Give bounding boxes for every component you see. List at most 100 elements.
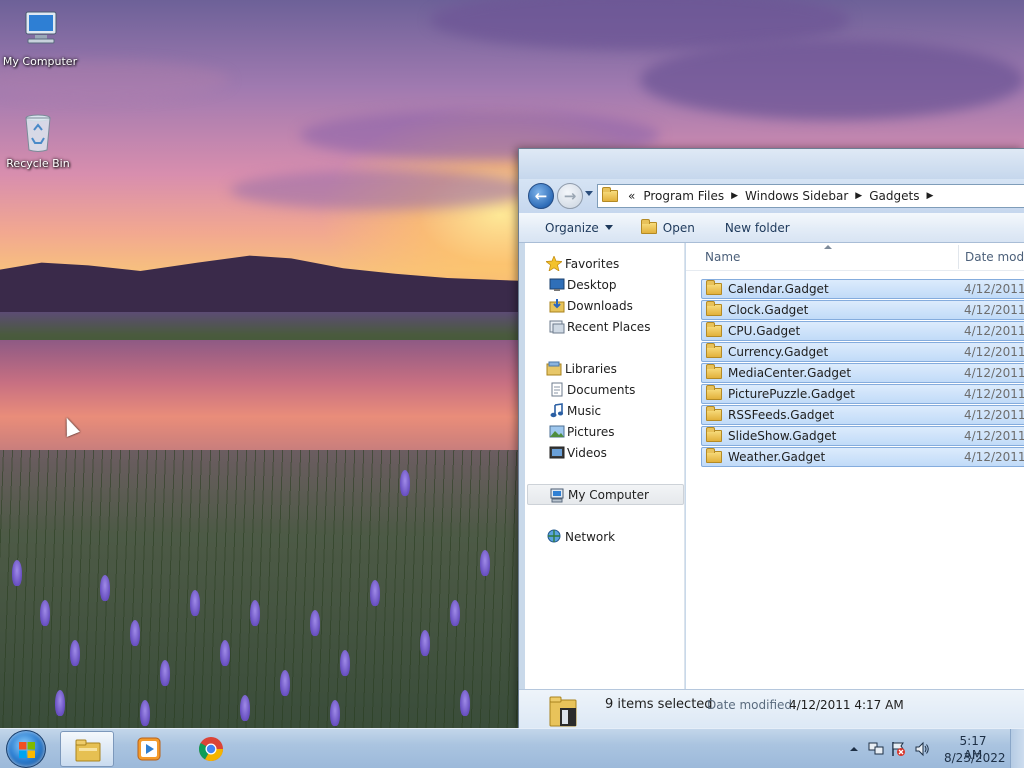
- details-pane: 9 items selected Date modified: 4/12/201…: [519, 689, 1024, 728]
- new-folder-label: New folder: [724, 220, 790, 235]
- nav-favorites[interactable]: Favorites: [525, 253, 684, 274]
- nav-desktop[interactable]: Desktop: [525, 274, 684, 295]
- chevron-right-icon[interactable]: ▶: [728, 191, 741, 201]
- file-row[interactable]: Calendar.Gadget 4/12/2011 4: [701, 279, 1024, 299]
- column-headers: Name Date modif: [686, 243, 1024, 271]
- file-row[interactable]: MediaCenter.Gadget 4/12/2011 4: [701, 363, 1024, 383]
- arrow-right-icon: →: [563, 187, 577, 205]
- file-date-modified: 4/12/2011 4: [964, 429, 1024, 443]
- file-name: PicturePuzzle.Gadget: [728, 387, 856, 401]
- show-desktop-button[interactable]: [1010, 729, 1024, 768]
- chrome-icon: [198, 737, 223, 762]
- organize-button[interactable]: Organize: [535, 216, 623, 240]
- nav-recent-places[interactable]: Recent Places: [525, 316, 684, 337]
- column-header-name[interactable]: Name: [705, 250, 740, 264]
- folder-icon: [706, 364, 722, 379]
- action-center-flag-icon[interactable]: [890, 741, 906, 757]
- volume-icon[interactable]: [914, 741, 930, 757]
- nav-label: Pictures: [567, 424, 615, 439]
- file-date-modified: 4/12/2011 4: [964, 387, 1024, 401]
- explorer-window: ← → « Program Files ▶ Windows Sidebar ▶ …: [518, 148, 1024, 728]
- open-button[interactable]: Open: [631, 216, 705, 240]
- open-folder-icon: [640, 218, 657, 234]
- breadcrumb-gadgets[interactable]: Gadgets ▶: [865, 189, 936, 203]
- file-row[interactable]: RSSFeeds.Gadget 4/12/2011 4: [701, 405, 1024, 425]
- date-modified-value: 4/12/2011 4:17 AM: [789, 698, 904, 712]
- nav-pictures[interactable]: Pictures: [525, 421, 684, 442]
- downloads-icon: [549, 299, 565, 313]
- chevron-down-icon: [604, 225, 613, 230]
- taskbar-explorer-button[interactable]: [60, 731, 114, 767]
- forward-button[interactable]: →: [557, 183, 583, 209]
- breadcrumb-program-files[interactable]: Program Files ▶: [639, 189, 741, 203]
- start-button[interactable]: [6, 730, 46, 768]
- file-name: Currency.Gadget: [728, 345, 829, 359]
- recent-pages-dropdown[interactable]: [585, 191, 593, 196]
- file-name: Clock.Gadget: [728, 303, 809, 317]
- desktop-icon-label: Recycle Bin: [6, 157, 70, 170]
- nav-label: Network: [565, 529, 616, 544]
- folder-icon: [706, 448, 722, 463]
- file-row[interactable]: SlideShow.Gadget 4/12/2011 4: [701, 426, 1024, 446]
- column-divider[interactable]: [958, 245, 959, 269]
- column-header-date-modified[interactable]: Date modif: [965, 250, 1024, 264]
- show-hidden-icons-arrow-icon[interactable]: [846, 741, 862, 757]
- navigation-pane: Favorites Desktop Downloads Recent Place…: [525, 243, 685, 689]
- back-button[interactable]: ←: [528, 183, 554, 209]
- nav-downloads[interactable]: Downloads: [525, 295, 684, 316]
- date-modified-label: Date modified:: [707, 698, 797, 712]
- file-row[interactable]: Weather.Gadget 4/12/2011 4: [701, 447, 1024, 467]
- file-date-modified: 4/12/2011 4: [964, 282, 1024, 296]
- file-row[interactable]: CPU.Gadget 4/12/2011 4: [701, 321, 1024, 341]
- folder-icon: [706, 301, 722, 316]
- media-player-icon: [137, 737, 161, 761]
- taskbar-chrome-button[interactable]: [184, 731, 238, 767]
- computer-icon: [25, 11, 57, 44]
- file-row[interactable]: Currency.Gadget 4/12/2011 4: [701, 342, 1024, 362]
- folder-icon: [706, 280, 722, 295]
- nav-label: Downloads: [567, 298, 633, 313]
- sort-ascending-icon: [824, 245, 832, 249]
- star-icon: [546, 256, 562, 271]
- chevron-right-icon[interactable]: ▶: [923, 191, 936, 201]
- file-date-modified: 4/12/2011 4: [964, 408, 1024, 422]
- nav-music[interactable]: Music: [525, 400, 684, 421]
- nav-label: Desktop: [567, 277, 617, 292]
- library-icon: [546, 361, 562, 376]
- nav-my-computer[interactable]: My Computer: [527, 484, 684, 505]
- file-list-pane: Name Date modif Calendar.Gadget 4/12/2011…: [686, 243, 1024, 689]
- desktop-icon-my-computer[interactable]: My Computer: [0, 10, 80, 68]
- breadcrumb-overflow[interactable]: «: [624, 189, 639, 203]
- address-bar[interactable]: « Program Files ▶ Windows Sidebar ▶ Gadg…: [597, 184, 1024, 208]
- taskbar-media-player-button[interactable]: [122, 731, 176, 767]
- address-row: ← → « Program Files ▶ Windows Sidebar ▶ …: [519, 179, 1024, 213]
- nav-label: My Computer: [568, 487, 649, 502]
- file-date-modified: 4/12/2011 4: [964, 345, 1024, 359]
- file-name: MediaCenter.Gadget: [728, 366, 852, 380]
- folder-icon: [706, 427, 722, 442]
- folder-icon: [75, 739, 101, 762]
- network-status-icon[interactable]: [868, 741, 884, 757]
- file-row[interactable]: Clock.Gadget 4/12/2011 4: [701, 300, 1024, 320]
- window-titlebar[interactable]: [519, 149, 1024, 181]
- nav-videos[interactable]: Videos: [525, 442, 684, 463]
- desktop-icon-recycle-bin[interactable]: Recycle Bin: [0, 112, 78, 170]
- command-bar: Organize Open New folder: [519, 213, 1024, 243]
- chevron-right-icon[interactable]: ▶: [852, 191, 865, 201]
- videos-icon: [549, 446, 565, 459]
- file-date-modified: 4/12/2011 4: [964, 303, 1024, 317]
- nav-documents[interactable]: Documents: [525, 379, 684, 400]
- new-folder-button[interactable]: New folder: [715, 216, 800, 240]
- desktop-icon-label: My Computer: [2, 55, 78, 68]
- music-icon: [550, 403, 564, 418]
- file-row[interactable]: PicturePuzzle.Gadget 4/12/2011 4: [701, 384, 1024, 404]
- nav-label: Videos: [567, 445, 607, 460]
- breadcrumb-windows-sidebar[interactable]: Windows Sidebar ▶: [741, 189, 865, 203]
- nav-network[interactable]: Network: [525, 526, 684, 547]
- file-name: CPU.Gadget: [728, 324, 801, 338]
- nav-libraries[interactable]: Libraries: [525, 358, 684, 379]
- clock-date[interactable]: 8/23/2022: [944, 751, 1006, 765]
- folder-icon: [706, 322, 722, 337]
- folder-icon: [706, 406, 722, 421]
- documents-icon: [551, 382, 563, 397]
